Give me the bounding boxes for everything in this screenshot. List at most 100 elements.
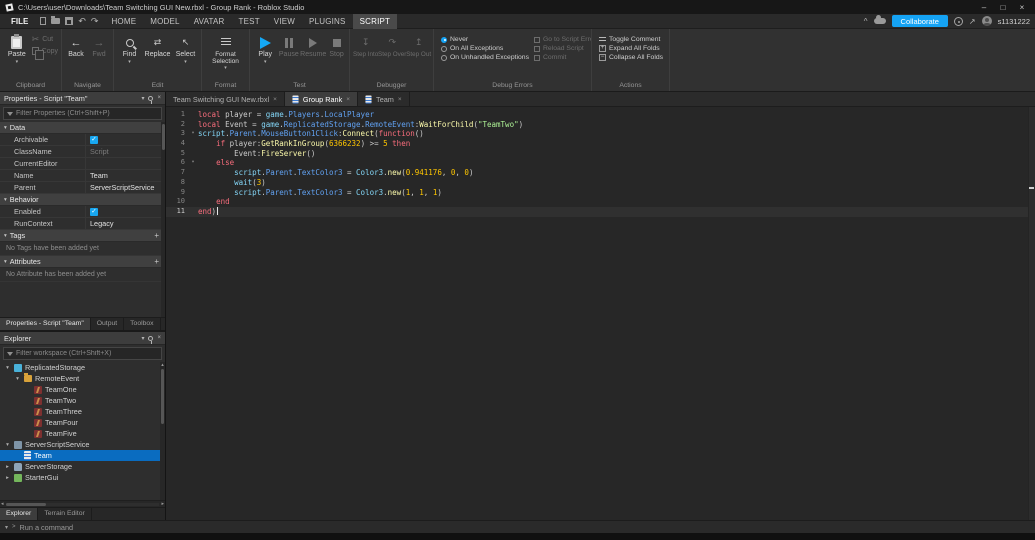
avatar[interactable] bbox=[981, 16, 992, 26]
add-tags-button[interactable]: + bbox=[154, 231, 161, 241]
code-line-10[interactable]: 10 end bbox=[166, 197, 1035, 207]
pin-icon[interactable] bbox=[148, 95, 154, 104]
code-line-3[interactable]: 3 ▾ script.Parent.MouseButton1Click:Connec… bbox=[166, 129, 1035, 139]
expand-all-folds-button[interactable]: + Expand All Folds bbox=[599, 45, 663, 52]
tree-item-serverscriptservice[interactable]: ▾ ServerScriptService bbox=[0, 439, 165, 450]
code-line-9[interactable]: 9 script.Parent.TextColor3 = Color3.new(… bbox=[166, 188, 1035, 198]
ribbon-tab-model[interactable]: MODEL bbox=[143, 14, 186, 29]
maximize-button[interactable]: □ bbox=[994, 1, 1012, 14]
section-header-tags[interactable]: ▾ Tags + bbox=[0, 230, 165, 242]
tree-item-teamtwo[interactable]: TeamTwo bbox=[0, 395, 165, 406]
save-icon[interactable] bbox=[65, 17, 74, 25]
close-button[interactable]: × bbox=[1013, 1, 1031, 14]
collapse-all-folds-button[interactable]: − Collapse All Folds bbox=[599, 54, 663, 61]
new-file-icon[interactable] bbox=[40, 17, 47, 25]
debug-errors-never-option[interactable]: Never bbox=[441, 36, 525, 43]
explorer-horizontal-scrollbar[interactable]: ◂ ▸ bbox=[0, 500, 165, 507]
tree-item-serverstorage[interactable]: ▸ ServerStorage bbox=[0, 461, 165, 472]
line-number[interactable]: 4 bbox=[166, 139, 188, 149]
property-value[interactable]: Team bbox=[86, 170, 165, 181]
line-number[interactable]: 9 bbox=[166, 188, 188, 198]
chevron-down-icon[interactable]: ▾ bbox=[4, 365, 11, 371]
tree-item-teamfive[interactable]: TeamFive bbox=[0, 428, 165, 439]
checkbox-archivable[interactable]: ✓ bbox=[90, 135, 98, 144]
code-line-2[interactable]: 2 local Event = game.ReplicatedStorage.Re… bbox=[166, 120, 1035, 130]
format-selection-button[interactable]: Format Selection ▾ bbox=[205, 32, 246, 80]
add-attributes-button[interactable]: + bbox=[154, 257, 161, 267]
code-line-8[interactable]: 8 wait(3) bbox=[166, 178, 1035, 188]
dock-tab-explorer[interactable]: Explorer bbox=[0, 508, 39, 520]
ribbon-tab-avatar[interactable]: AVATAR bbox=[187, 14, 232, 29]
step-out-button[interactable]: ↥ Step Out bbox=[406, 32, 431, 80]
resume-button[interactable]: Resume bbox=[300, 32, 326, 80]
editor-scrollbar[interactable] bbox=[1028, 107, 1035, 520]
chevron-down-icon[interactable]: ▾ bbox=[141, 335, 144, 342]
tree-item-remoteevent[interactable]: ▾ RemoteEvent bbox=[0, 373, 165, 384]
copy-button[interactable]: Copy bbox=[31, 47, 58, 60]
open-folder-icon[interactable] bbox=[51, 16, 61, 24]
cut-button[interactable]: ✂ Cut bbox=[32, 35, 58, 44]
chevron-down-icon[interactable]: ▾ bbox=[4, 442, 11, 448]
code-area[interactable]: 1 local player = game.Players.LocalPlayer… bbox=[166, 107, 1035, 520]
line-number[interactable]: 6 bbox=[166, 158, 188, 168]
dock-tab-output[interactable]: Output bbox=[91, 318, 125, 330]
ribbon-tab-script[interactable]: SCRIPT bbox=[352, 13, 398, 29]
line-number[interactable]: 3 bbox=[166, 129, 188, 139]
line-number[interactable]: 1 bbox=[166, 110, 188, 120]
section-header-attributes[interactable]: ▾ Attributes + bbox=[0, 256, 165, 268]
dock-tab-terrain-editor[interactable]: Terrain Editor bbox=[38, 508, 92, 520]
tree-item-teamone[interactable]: TeamOne bbox=[0, 384, 165, 395]
reload-script-button[interactable]: Reload Script bbox=[534, 45, 591, 52]
commit-button[interactable]: Commit bbox=[534, 54, 591, 61]
pin-icon[interactable] bbox=[148, 335, 154, 344]
checkbox-enabled[interactable]: ✓ bbox=[90, 207, 98, 216]
close-panel-icon[interactable]: × bbox=[157, 95, 161, 101]
tree-item-teamfour[interactable]: TeamFour bbox=[0, 417, 165, 428]
collaborate-button[interactable]: Collaborate bbox=[891, 15, 948, 27]
collapse-ribbon-icon[interactable]: ^ bbox=[864, 17, 868, 26]
line-number[interactable]: 5 bbox=[166, 149, 188, 159]
property-value[interactable]: ServerScriptService bbox=[86, 182, 165, 193]
minimize-button[interactable]: – bbox=[975, 1, 993, 14]
tree-item-startergui[interactable]: ▸ StarterGui bbox=[0, 472, 165, 483]
code-line-7[interactable]: 7 script.Parent.TextColor3 = Color3.new(… bbox=[166, 168, 1035, 178]
section-header-data[interactable]: ▾ Data bbox=[0, 122, 165, 134]
file-menu-button[interactable]: FILE bbox=[5, 14, 34, 29]
chevron-down-icon[interactable]: ▾ bbox=[141, 95, 144, 102]
fold-arrow-icon[interactable]: ▾ bbox=[188, 129, 198, 139]
tree-item-replicatedstorage[interactable]: ▾ ReplicatedStorage bbox=[0, 362, 165, 373]
line-number[interactable]: 10 bbox=[166, 197, 188, 207]
stop-button[interactable]: Stop bbox=[327, 32, 346, 80]
line-number[interactable]: 7 bbox=[166, 168, 188, 178]
scroll-up-icon[interactable]: ▴ bbox=[161, 362, 164, 368]
step-into-button[interactable]: ↧ Step Into bbox=[353, 32, 378, 80]
property-value[interactable]: ✓ bbox=[86, 206, 165, 217]
code-line-5[interactable]: 5 Event:FireServer() bbox=[166, 149, 1035, 159]
debug-errors-on-unhandled-exceptions-option[interactable]: On Unhandled Exceptions bbox=[441, 54, 529, 61]
chevron-down-icon[interactable]: ▾ bbox=[5, 524, 8, 531]
go-to-script-error-button[interactable]: Go to Script Error bbox=[534, 36, 591, 43]
ribbon-tab-view[interactable]: VIEW bbox=[267, 14, 302, 29]
doc-tab-group-rank[interactable]: Group Rank × bbox=[284, 92, 359, 106]
property-value[interactable]: ✓ bbox=[86, 134, 165, 145]
line-number[interactable]: 11 bbox=[166, 207, 188, 217]
step-over-button[interactable]: ↷ Step Over bbox=[378, 32, 406, 80]
notifications-icon[interactable] bbox=[953, 16, 963, 26]
code-line-1[interactable]: 1 local player = game.Players.LocalPlayer bbox=[166, 110, 1035, 120]
dock-tab-properties-script-team[interactable]: Properties - Script "Team" bbox=[0, 318, 91, 330]
redo-icon[interactable]: ↷ bbox=[91, 16, 99, 26]
debug-errors-on-all-exceptions-option[interactable]: On All Exceptions bbox=[441, 45, 525, 52]
undo-icon[interactable]: ↶ bbox=[78, 16, 86, 26]
line-number[interactable]: 2 bbox=[166, 120, 188, 130]
cloud-sync-icon[interactable] bbox=[873, 15, 886, 24]
property-value[interactable]: Script bbox=[86, 146, 165, 157]
dock-tab-toolbox[interactable]: Toolbox bbox=[124, 318, 161, 330]
tree-item-team[interactable]: Team bbox=[0, 450, 165, 461]
property-value[interactable]: Legacy bbox=[86, 218, 165, 229]
fold-arrow-icon[interactable]: ▾ bbox=[188, 158, 198, 168]
chevron-right-icon[interactable]: ▸ bbox=[4, 464, 11, 470]
code-line-11[interactable]: 11 end) bbox=[166, 206, 1035, 217]
chevron-right-icon[interactable]: ▸ bbox=[4, 475, 11, 481]
replace-button[interactable]: ⇄ Replace bbox=[143, 32, 172, 80]
ribbon-tab-plugins[interactable]: PLUGINS bbox=[302, 14, 353, 29]
